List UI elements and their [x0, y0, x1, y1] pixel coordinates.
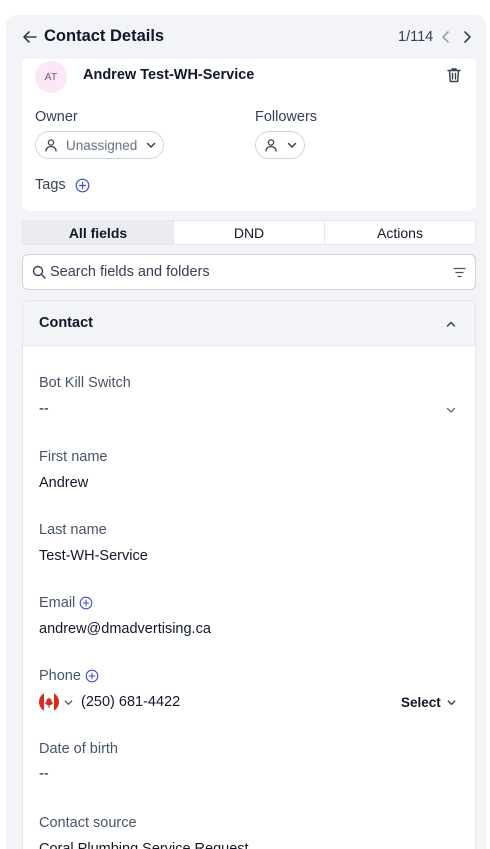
chevron-left-icon[interactable] — [439, 30, 453, 44]
phone-label: Phone — [39, 668, 81, 684]
contact-source-label: Contact source — [39, 815, 137, 831]
email-value[interactable]: andrew@dmadvertising.ca — [39, 621, 211, 637]
phone-value[interactable]: (250) 681-4422 — [81, 694, 180, 710]
tab-dnd[interactable]: DND — [174, 221, 325, 244]
chevron-right-icon[interactable] — [460, 30, 474, 44]
chevron-down-icon[interactable] — [63, 697, 74, 708]
trash-icon[interactable] — [445, 66, 463, 84]
search-input[interactable] — [50, 264, 430, 280]
chevron-up-icon — [446, 321, 456, 327]
contact-section: Contact Bot Kill Switch -- First name An… — [22, 300, 476, 849]
chevron-down-icon[interactable] — [446, 697, 457, 708]
last-name-label: Last name — [39, 522, 107, 538]
date-of-birth-value[interactable]: -- — [39, 766, 49, 782]
bot-kill-switch-label: Bot Kill Switch — [39, 375, 131, 391]
record-pager: 1/114 — [398, 29, 434, 45]
last-name-value[interactable]: Test-WH-Service — [39, 548, 148, 564]
followers-label: Followers — [255, 109, 318, 125]
section-title: Contact — [39, 315, 93, 331]
contact-source-value[interactable]: Coral Plumbing Service Request — [39, 841, 249, 849]
owner-value: Unassigned — [66, 137, 138, 153]
canada-flag-icon[interactable] — [39, 692, 59, 712]
section-header[interactable]: Contact — [23, 301, 475, 346]
email-label: Email — [39, 595, 76, 611]
search-icon — [32, 265, 46, 279]
contact-name: Andrew Test-WH-Service — [83, 67, 255, 83]
first-name-value[interactable]: Andrew — [39, 475, 88, 491]
chevron-down-icon — [147, 142, 156, 148]
tab-actions[interactable]: Actions — [325, 221, 475, 244]
plus-circle-icon[interactable] — [85, 669, 99, 683]
phone-type-select[interactable]: Select — [401, 695, 441, 710]
tags-label: Tags — [35, 177, 66, 193]
user-icon — [45, 139, 57, 152]
chevron-down-icon[interactable] — [445, 404, 457, 416]
date-of-birth-label: Date of birth — [39, 741, 118, 757]
panel-header: Contact Details 1/114 — [6, 15, 486, 59]
chevron-down-icon — [287, 142, 297, 148]
plus-circle-icon[interactable] — [79, 596, 93, 610]
tab-all-fields[interactable]: All fields — [23, 221, 174, 244]
contact-summary-card: AT Andrew Test-WH-Service Owner Follower… — [22, 59, 476, 211]
page-title: Contact Details — [44, 27, 165, 45]
first-name-label: First name — [39, 449, 108, 465]
arrow-left-icon[interactable] — [22, 29, 38, 45]
field-tabs: All fields DND Actions — [22, 220, 476, 245]
plus-circle-icon[interactable] — [75, 178, 90, 193]
bot-kill-switch-value[interactable]: -- — [39, 401, 49, 417]
owner-select[interactable]: Unassigned — [35, 131, 164, 159]
user-icon — [265, 139, 277, 152]
followers-select[interactable] — [255, 131, 305, 159]
contact-details-panel: Contact Details 1/114 AT Andrew Test-WH-… — [6, 15, 486, 849]
filter-icon[interactable] — [453, 266, 466, 279]
search-box — [22, 254, 476, 290]
avatar: AT — [35, 61, 67, 93]
owner-label: Owner — [35, 109, 78, 125]
